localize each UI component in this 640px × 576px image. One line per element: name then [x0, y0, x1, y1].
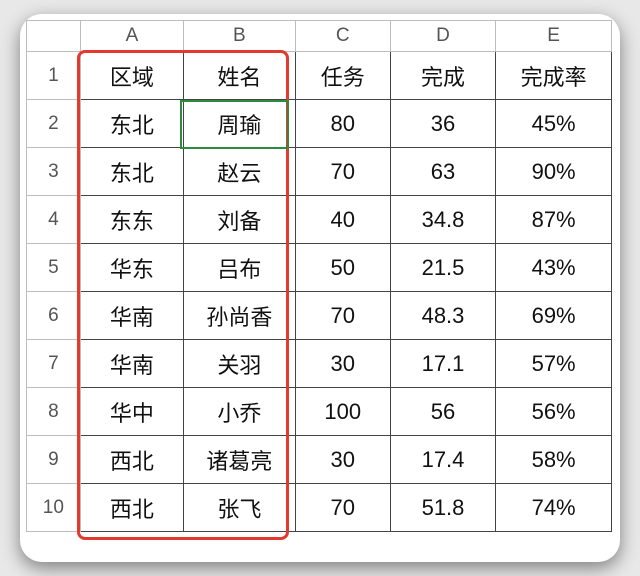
cell-D6[interactable]: 48.3: [390, 292, 495, 340]
cell-A4[interactable]: 东东: [80, 196, 183, 244]
cell-A9[interactable]: 西北: [80, 436, 183, 484]
cell-B6[interactable]: 孙尚香: [184, 292, 296, 340]
cell-C8[interactable]: 100: [295, 388, 390, 436]
cell-A1[interactable]: 区域: [80, 52, 183, 100]
cell-E9[interactable]: 58%: [496, 436, 612, 484]
cell-D8[interactable]: 56: [390, 388, 495, 436]
cell-C9[interactable]: 30: [295, 436, 390, 484]
row-header-10[interactable]: 10: [27, 484, 81, 532]
cell-A3[interactable]: 东北: [80, 148, 183, 196]
cell-C1[interactable]: 任务: [295, 52, 390, 100]
row-header-4[interactable]: 4: [27, 196, 81, 244]
cell-A2[interactable]: 东北: [80, 100, 183, 148]
table-row: 7 华南 关羽 30 17.1 57%: [27, 340, 612, 388]
cell-D9[interactable]: 17.4: [390, 436, 495, 484]
cell-E3[interactable]: 90%: [496, 148, 612, 196]
cell-A5[interactable]: 华东: [80, 244, 183, 292]
row-header-3[interactable]: 3: [27, 148, 81, 196]
cell-D7[interactable]: 17.1: [390, 340, 495, 388]
cell-B10[interactable]: 张飞: [184, 484, 296, 532]
cell-A10[interactable]: 西北: [80, 484, 183, 532]
table-row: 2 东北 周瑜 80 36 45%: [27, 100, 612, 148]
col-header-D[interactable]: D: [390, 21, 495, 52]
cell-D4[interactable]: 34.8: [390, 196, 495, 244]
grid[interactable]: A B C D E 1 区域 姓名 任务 完成 完成率 2 东北 周瑜 80 3…: [26, 20, 612, 532]
table-row: 3 东北 赵云 70 63 90%: [27, 148, 612, 196]
cell-B3[interactable]: 赵云: [184, 148, 296, 196]
table-row: 1 区域 姓名 任务 完成 完成率: [27, 52, 612, 100]
row-header-7[interactable]: 7: [27, 340, 81, 388]
cell-B7[interactable]: 关羽: [184, 340, 296, 388]
table-row: 8 华中 小乔 100 56 56%: [27, 388, 612, 436]
table-row: 9 西北 诸葛亮 30 17.4 58%: [27, 436, 612, 484]
col-header-A[interactable]: A: [80, 21, 183, 52]
cell-E5[interactable]: 43%: [496, 244, 612, 292]
cell-D5[interactable]: 21.5: [390, 244, 495, 292]
cell-C2[interactable]: 80: [295, 100, 390, 148]
cell-B5[interactable]: 吕布: [184, 244, 296, 292]
column-header-row: A B C D E: [27, 21, 612, 52]
cell-E4[interactable]: 87%: [496, 196, 612, 244]
cell-D3[interactable]: 63: [390, 148, 495, 196]
cell-E2[interactable]: 45%: [496, 100, 612, 148]
col-header-C[interactable]: C: [295, 21, 390, 52]
table-row: 5 华东 吕布 50 21.5 43%: [27, 244, 612, 292]
cell-B2[interactable]: 周瑜: [184, 100, 296, 148]
cell-A7[interactable]: 华南: [80, 340, 183, 388]
cell-D1[interactable]: 完成: [390, 52, 495, 100]
col-header-E[interactable]: E: [496, 21, 612, 52]
cell-E1[interactable]: 完成率: [496, 52, 612, 100]
table-row: 4 东东 刘备 40 34.8 87%: [27, 196, 612, 244]
cell-E10[interactable]: 74%: [496, 484, 612, 532]
cell-E7[interactable]: 57%: [496, 340, 612, 388]
cell-B1[interactable]: 姓名: [184, 52, 296, 100]
cell-C7[interactable]: 30: [295, 340, 390, 388]
row-header-2[interactable]: 2: [27, 100, 81, 148]
spreadsheet: A B C D E 1 区域 姓名 任务 完成 完成率 2 东北 周瑜 80 3…: [20, 14, 620, 562]
cell-D10[interactable]: 51.8: [390, 484, 495, 532]
cell-C5[interactable]: 50: [295, 244, 390, 292]
cell-C3[interactable]: 70: [295, 148, 390, 196]
table-row: 10 西北 张飞 70 51.8 74%: [27, 484, 612, 532]
row-header-5[interactable]: 5: [27, 244, 81, 292]
cell-C6[interactable]: 70: [295, 292, 390, 340]
row-header-1[interactable]: 1: [27, 52, 81, 100]
cell-B9[interactable]: 诸葛亮: [184, 436, 296, 484]
cell-B8[interactable]: 小乔: [184, 388, 296, 436]
cell-D2[interactable]: 36: [390, 100, 495, 148]
select-all-corner[interactable]: [27, 21, 81, 52]
cell-B4[interactable]: 刘备: [184, 196, 296, 244]
row-header-6[interactable]: 6: [27, 292, 81, 340]
cell-C4[interactable]: 40: [295, 196, 390, 244]
row-header-8[interactable]: 8: [27, 388, 81, 436]
cell-E8[interactable]: 56%: [496, 388, 612, 436]
cell-A8[interactable]: 华中: [80, 388, 183, 436]
col-header-B[interactable]: B: [184, 21, 296, 52]
table-row: 6 华南 孙尚香 70 48.3 69%: [27, 292, 612, 340]
cell-A6[interactable]: 华南: [80, 292, 183, 340]
cell-C10[interactable]: 70: [295, 484, 390, 532]
row-header-9[interactable]: 9: [27, 436, 81, 484]
cell-E6[interactable]: 69%: [496, 292, 612, 340]
